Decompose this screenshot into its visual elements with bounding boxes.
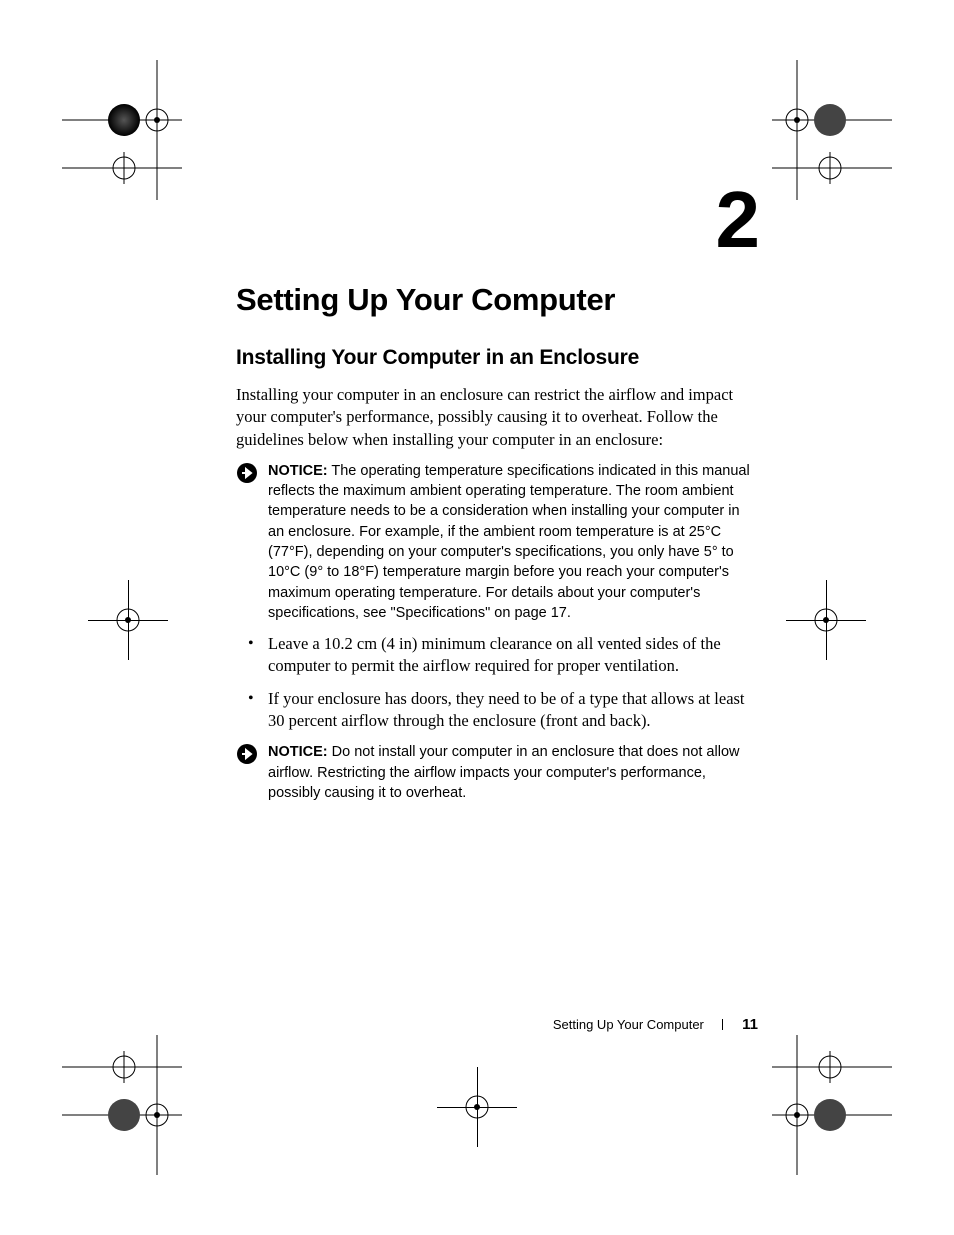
registration-mark-icon xyxy=(772,60,892,205)
page-content: 2 Setting Up Your Computer Installing Yo… xyxy=(236,180,758,813)
intro-paragraph: Installing your computer in an enclosure… xyxy=(236,384,758,451)
notice-label: NOTICE: xyxy=(268,463,328,479)
page-number: 11 xyxy=(742,1016,758,1033)
chapter-number: 2 xyxy=(236,180,758,260)
footer-title: Setting Up Your Computer xyxy=(553,1017,704,1032)
registration-mark-icon xyxy=(772,1035,892,1180)
registration-mark-icon xyxy=(437,1067,517,1147)
notice-text-1: NOTICE: The operating temperature specif… xyxy=(268,461,758,623)
registration-mark-icon xyxy=(88,580,168,660)
notice-arrow-icon xyxy=(236,742,258,770)
registration-mark-icon xyxy=(786,580,866,660)
notice-label: NOTICE: xyxy=(268,744,328,760)
notice-body: Do not install your computer in an enclo… xyxy=(268,744,739,801)
footer-separator xyxy=(722,1019,723,1030)
list-item: Leave a 10.2 cm (4 in) minimum clearance… xyxy=(236,633,758,678)
notice-block-1: NOTICE: The operating temperature specif… xyxy=(236,461,758,623)
notice-body: The operating temperature specifications… xyxy=(268,463,750,621)
registration-mark-icon xyxy=(62,60,182,205)
heading-1: Setting Up Your Computer xyxy=(236,282,758,318)
registration-mark-icon xyxy=(62,1035,182,1180)
heading-2: Installing Your Computer in an Enclosure xyxy=(236,346,758,370)
list-item: If your enclosure has doors, they need t… xyxy=(236,688,758,733)
bullet-list: Leave a 10.2 cm (4 in) minimum clearance… xyxy=(236,633,758,732)
notice-arrow-icon xyxy=(236,461,258,489)
notice-text-2: NOTICE: Do not install your computer in … xyxy=(268,742,758,803)
notice-block-2: NOTICE: Do not install your computer in … xyxy=(236,742,758,803)
page-footer: Setting Up Your Computer 11 xyxy=(236,1016,758,1033)
